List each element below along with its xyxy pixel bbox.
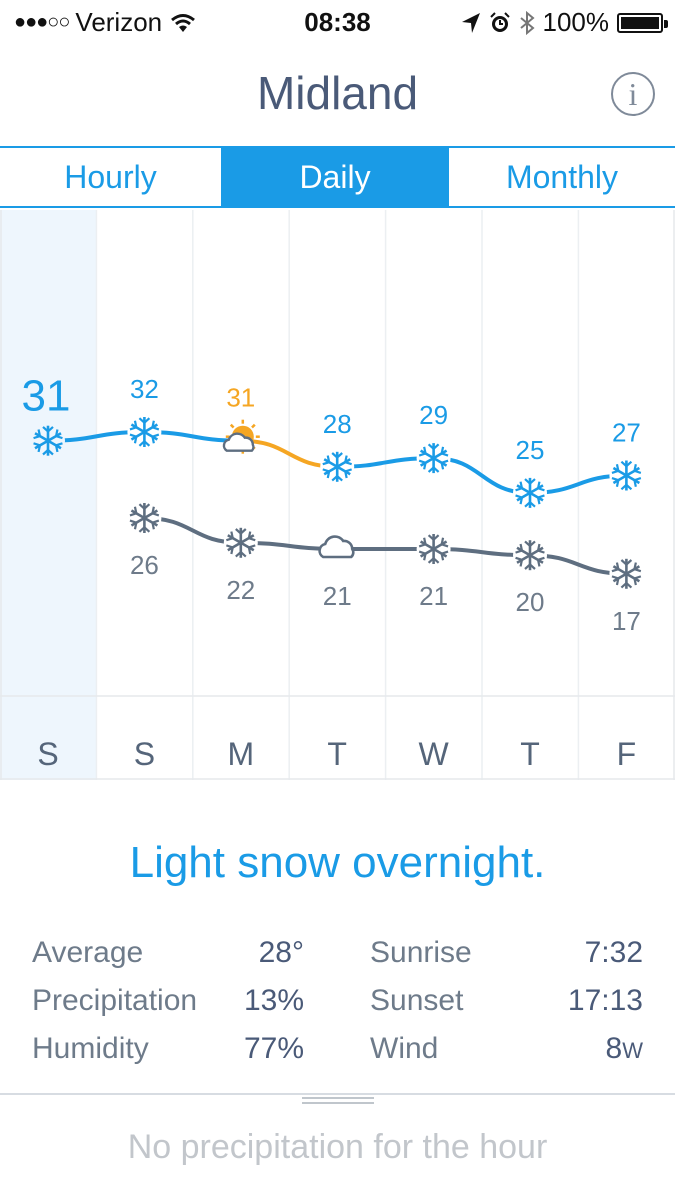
snowflake-icon xyxy=(609,556,644,591)
snowflake-icon xyxy=(320,449,355,484)
cloud-icon xyxy=(318,535,355,559)
high-temp-label: 28 xyxy=(323,409,352,439)
daily-forecast-chart: 31 32 31 28 29 25 27 26 22 21 21 20 17 SSMTWTF xyxy=(0,210,675,780)
tab-hourly[interactable]: Hourly xyxy=(0,148,223,206)
stat-value: 13% xyxy=(243,984,304,1017)
stat-value: 17:13 xyxy=(567,984,643,1017)
high-temp-label: 32 xyxy=(130,374,159,404)
stat-label: Precipitation xyxy=(32,984,198,1017)
high-temp-label: 27 xyxy=(612,418,641,448)
stat-precipitation: Precipitation 13% xyxy=(32,984,304,1032)
drawer-handle-icon[interactable] xyxy=(302,1102,374,1104)
stat-value: 77% xyxy=(243,1032,304,1065)
status-right: 100% xyxy=(461,7,668,38)
selected-day-highlight xyxy=(0,210,97,780)
day-label[interactable]: T xyxy=(289,736,385,773)
snowflake-icon xyxy=(223,525,258,560)
drawer-handle-icon[interactable] xyxy=(302,1097,374,1099)
forecast-summary: Light snow overnight. xyxy=(129,838,546,887)
forecast-graph: 31 32 31 28 29 25 27 26 22 21 21 20 17 xyxy=(0,210,675,780)
precipitation-message: No precipitation for the hour xyxy=(127,1128,548,1166)
snowflake-icon xyxy=(31,423,65,458)
snowflake-icon xyxy=(609,458,644,493)
stat-sunrise: Sunrise 7:32 xyxy=(370,936,643,984)
day-label[interactable]: M xyxy=(193,736,289,773)
high-temp-label: 25 xyxy=(516,435,545,465)
stat-label: Average xyxy=(32,936,144,969)
tab-daily[interactable]: Daily xyxy=(223,148,447,206)
stat-average: Average 28° xyxy=(32,936,304,984)
low-temp-label: 21 xyxy=(323,581,352,611)
status-bar: ●●●○○ Verizon 08:38 100% xyxy=(0,0,675,44)
stats-left: Average 28° Precipitation 13% Humidity 7… xyxy=(32,936,304,1080)
stats-right: Sunrise 7:32 Sunset 17:13 Wind 8W xyxy=(370,936,643,1080)
stat-humidity: Humidity 77% xyxy=(32,1032,304,1080)
location-arrow-icon xyxy=(461,12,480,33)
wind-direction: W xyxy=(622,1038,643,1063)
snowflake-icon xyxy=(416,532,451,566)
snowflake-icon xyxy=(513,538,547,573)
low-temp-label: 26 xyxy=(130,550,159,580)
stat-value: 8W xyxy=(606,1032,643,1066)
stat-value: 7:32 xyxy=(584,936,643,969)
wind-speed: 8 xyxy=(605,1032,623,1065)
high-temp-label: 31 xyxy=(226,383,255,413)
info-icon[interactable]: i xyxy=(611,72,655,116)
stat-label: Sunset xyxy=(370,984,464,1017)
snowflake-icon xyxy=(416,441,451,476)
day-label[interactable]: T xyxy=(482,736,578,773)
battery-percent: 100% xyxy=(542,7,610,37)
stat-label: Sunrise xyxy=(370,936,472,969)
day-label[interactable]: F xyxy=(578,736,674,773)
tab-monthly[interactable]: Monthly xyxy=(447,148,675,206)
bluetooth-icon xyxy=(519,10,535,35)
low-temp-label: 22 xyxy=(226,575,255,605)
partly-sunny-icon xyxy=(222,419,260,454)
stat-label: Wind xyxy=(370,1032,439,1065)
stat-sunset: Sunset 17:13 xyxy=(370,984,643,1032)
low-temp-label: 20 xyxy=(516,587,545,617)
low-temp-label: 21 xyxy=(419,581,448,611)
high-temp-label: 29 xyxy=(419,400,448,430)
high-temp-label: 31 xyxy=(22,372,71,421)
low-temp-label: 17 xyxy=(612,606,641,636)
stat-label: Humidity xyxy=(32,1032,149,1065)
stat-value: 28° xyxy=(258,936,304,969)
location-title: Midland xyxy=(256,67,419,119)
snowflake-icon xyxy=(513,475,547,510)
alarm-icon xyxy=(489,11,510,32)
day-label[interactable]: W xyxy=(386,736,482,773)
day-label[interactable]: S xyxy=(96,736,192,773)
view-tabs: Hourly Daily Monthly xyxy=(0,146,675,208)
snowflake-icon xyxy=(127,501,162,535)
drawer-divider xyxy=(0,1093,675,1095)
snowflake-icon xyxy=(127,415,162,449)
battery-icon xyxy=(617,12,668,33)
stat-wind: Wind 8W xyxy=(370,1032,643,1080)
day-label[interactable]: S xyxy=(0,736,96,773)
